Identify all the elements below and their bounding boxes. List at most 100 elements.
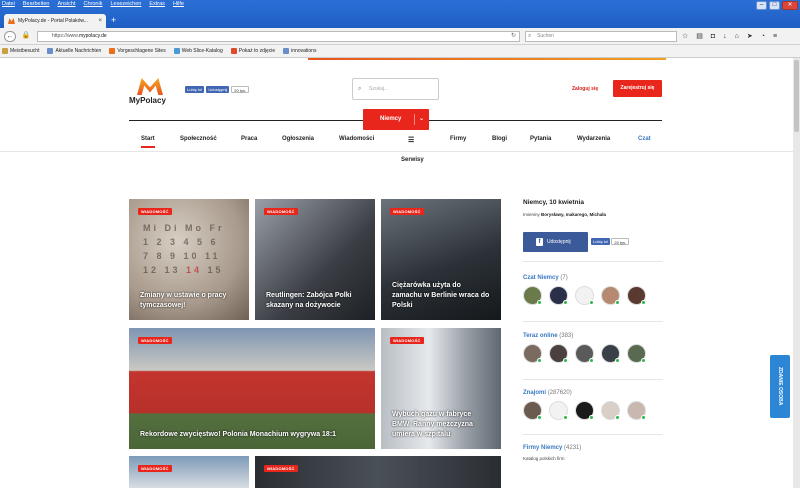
search-icon: ⌕ (358, 86, 362, 92)
firms-heading[interactable]: Firmy Niemcy (4231) (523, 445, 581, 451)
fb-share-button[interactable]: Udostępnij (206, 86, 230, 93)
scrollbar-thumb[interactable] (794, 60, 799, 132)
news-caption: Rekordowe zwycięstwo! Polonia Monachium … (140, 431, 337, 438)
sidebar: Niemcy, 10 kwietnia Imieniny Borysławy, … (523, 199, 663, 461)
country-select[interactable]: Niemcy ⌄ (363, 109, 429, 130)
online-heading[interactable]: Teraz online (383) (523, 333, 573, 339)
nav-news[interactable]: Wiadomości (339, 136, 374, 142)
browser-search-input[interactable]: ⌕ Suchen (525, 31, 677, 42)
star-icon[interactable]: ☆ (682, 31, 688, 42)
news-tile[interactable]: WIADOMOŚĆ (129, 456, 249, 488)
chat-heading[interactable]: Czat Niemcy (7) (523, 275, 568, 281)
chat-bubble-icon[interactable]: ◔ (761, 31, 765, 42)
minimize-button[interactable]: – (756, 1, 767, 10)
news-caption: Wybuch gazu w fabryce BMW. Ranny mężczyz… (392, 411, 473, 438)
new-tab-plus-icon[interactable]: + (111, 15, 116, 26)
avatar[interactable] (601, 286, 620, 305)
nav-chat[interactable]: Czat (638, 136, 651, 142)
online-dot-icon (563, 415, 568, 420)
list-icon[interactable]: ☰ (408, 136, 414, 144)
avatar[interactable] (523, 401, 542, 420)
nav-events[interactable]: Wydarzenia (577, 136, 610, 142)
news-tile[interactable]: WIADOMOŚĆ Reutlingen: Zabójca Polki skaz… (255, 199, 375, 320)
avatar[interactable] (601, 401, 620, 420)
news-tile[interactable]: WIADOMOŚĆ Wybuch gazu w fabryce BMW. Ran… (381, 328, 501, 449)
nav-ads[interactable]: Ogłoszenia (282, 136, 314, 142)
feedback-button[interactable]: ZDANIE OSOBA (770, 355, 790, 418)
menu-view[interactable]: Ansicht (57, 1, 75, 7)
online-dot-icon (615, 358, 620, 363)
menu-edit[interactable]: Bearbeiten (23, 1, 50, 7)
menu-bookmarks[interactable]: Lesezeichen (110, 1, 141, 7)
bookmark-web-slice[interactable]: Web Slice-Katalog (173, 48, 223, 54)
avatar[interactable] (575, 286, 594, 305)
nav-work[interactable]: Praca (241, 136, 257, 142)
pocket-icon[interactable]: ◘ (711, 31, 715, 42)
tab-title: MyPolacy.de - Portal Polaków... (18, 18, 88, 24)
bookmark-latest-news[interactable]: Aktuelle Nachrichten (47, 48, 101, 54)
friends-heading[interactable]: Znajomi (287620) (523, 390, 572, 396)
news-tile[interactable]: WIADOMOŚĆ Rekordowe zwycięstwo! Polonia … (129, 328, 375, 449)
site-search-input[interactable]: ⌕ Szukaj... (352, 78, 439, 100)
nav-blogs[interactable]: Blogi (492, 136, 507, 142)
avatar[interactable] (627, 344, 646, 363)
online-dot-icon (537, 415, 542, 420)
online-title: Teraz online (523, 333, 558, 339)
menu-tools[interactable]: Extras (149, 1, 165, 7)
reload-icon[interactable]: ↻ (511, 32, 516, 41)
bookmark-suggested-sites[interactable]: Vorgeschlagene Sites (109, 48, 166, 54)
avatar[interactable] (627, 401, 646, 420)
url-bar[interactable]: https://www.mypolacy.de ↻ (37, 31, 520, 42)
hamburger-menu-icon[interactable]: ≡ (773, 31, 777, 42)
country-separator (414, 114, 415, 125)
avatar[interactable] (549, 401, 568, 420)
fb-like-button[interactable]: Lubię to! (591, 238, 611, 245)
bookmark-show-photo[interactable]: Pokaż to zdjęcie (230, 48, 275, 54)
send-icon[interactable]: ➤ (747, 31, 753, 42)
chat-title: Czat Niemcy (523, 275, 559, 281)
fb-like-widget: Lubię to! 20 tys. (591, 238, 630, 245)
menu-history[interactable]: Chronik (84, 1, 103, 7)
close-window-button[interactable]: ✕ (782, 1, 798, 10)
nameday-names: Borysławy, makarego, Michała (541, 212, 606, 217)
back-arrow-icon[interactable]: ← (4, 31, 16, 42)
site-logo[interactable]: MyPolacy (129, 78, 171, 105)
scrollbar[interactable] (793, 58, 800, 488)
url-prefix: https://www. (52, 33, 79, 39)
download-icon[interactable]: ↓ (723, 31, 727, 42)
avatar[interactable] (549, 344, 568, 363)
nav-community[interactable]: Społeczność (180, 136, 217, 142)
avatar[interactable] (575, 344, 594, 363)
news-tile[interactable]: Mi Di Mo Fr 1 2 3 4 5 67 8 9 10 11 12 13 1… (129, 199, 249, 320)
avatar[interactable] (575, 401, 594, 420)
avatar[interactable] (627, 286, 646, 305)
avatar[interactable] (523, 286, 542, 305)
nav-start[interactable]: Start (141, 136, 155, 148)
register-button[interactable]: Zarejestruj się (613, 80, 662, 97)
avatar[interactable] (549, 286, 568, 305)
nav-questions[interactable]: Pytania (530, 136, 551, 142)
nav-firms[interactable]: Firmy (450, 136, 466, 142)
menu-help[interactable]: Hilfe (173, 1, 184, 7)
reading-list-icon[interactable]: ▤ (696, 31, 703, 42)
news-badge: WIADOMOŚĆ (138, 337, 172, 344)
avatar[interactable] (601, 344, 620, 363)
home-icon[interactable]: ⌂ (735, 31, 739, 42)
firms-title: Firmy Niemcy (523, 445, 563, 451)
news-tile[interactable]: WIADOMOŚĆ (255, 456, 501, 488)
maximize-button[interactable]: □ (769, 1, 780, 10)
login-link[interactable]: Zaloguj się (572, 86, 598, 92)
avatar[interactable] (523, 344, 542, 363)
online-dot-icon (615, 415, 620, 420)
news-tile[interactable]: WIADOMOŚĆ Ciężarówka użyta do zamachu w … (381, 199, 501, 320)
nav-services[interactable]: Serwisy (401, 157, 424, 163)
tab-close-icon[interactable]: × (98, 18, 102, 24)
menu-file[interactable]: Datei (2, 1, 15, 7)
bookmark-innovations[interactable]: innovations (283, 48, 316, 54)
fb-count: 20 tys. (231, 86, 250, 93)
fb-share-large-button[interactable]: f Udostępnij (523, 232, 588, 252)
bookmark-most-visited[interactable]: Meistbesucht (2, 48, 39, 54)
fb-like-button[interactable]: Lubię to! (185, 86, 205, 93)
browser-tab[interactable]: MyPolacy.de - Portal Polaków... × (4, 14, 106, 28)
chevron-down-icon: ⌄ (418, 116, 424, 122)
